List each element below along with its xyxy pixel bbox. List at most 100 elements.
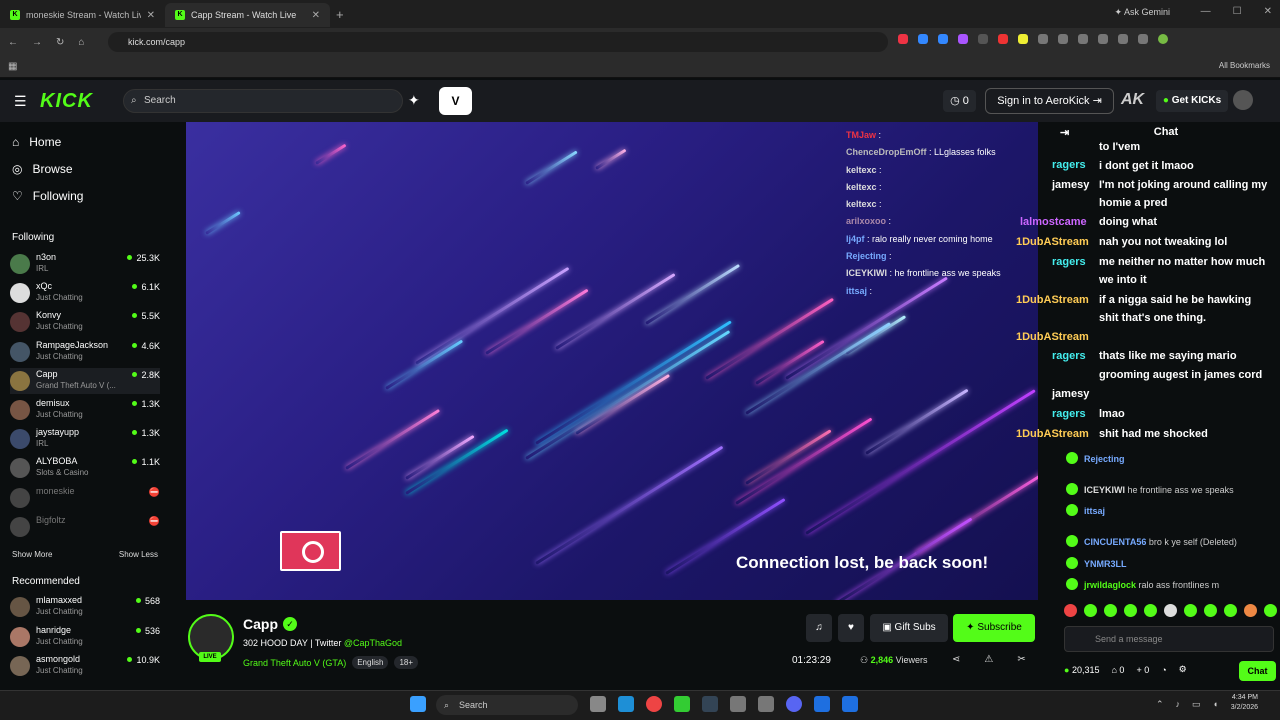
minimize-icon[interactable]: — <box>1201 6 1211 17</box>
emote-icon[interactable] <box>1164 604 1177 617</box>
volume-icon[interactable]: ◖ <box>1213 699 1218 710</box>
system-clock[interactable]: 4:34 PM 3/2/2026 <box>1231 693 1258 713</box>
sidebar-channel[interactable]: Bigfoltz ⛔ <box>10 514 160 540</box>
chat-message[interactable]: CINCUENTA56 bro k ye self (Deleted) <box>1066 535 1237 547</box>
chat-username[interactable]: CINCUENTA56 <box>1084 537 1146 547</box>
sparkle-icon[interactable]: ✦ <box>408 92 420 109</box>
chevron-up-icon[interactable]: ⌃ <box>1156 699 1164 710</box>
gift-subs-button[interactable]: ▣ Gift Subs <box>870 614 948 642</box>
chat-username[interactable]: Rejecting <box>1084 454 1125 464</box>
sidebar-channel[interactable]: ALYBOBA Slots & Casino 1.1K <box>10 455 160 481</box>
sidebar-channel[interactable]: moneskie ⛔ <box>10 485 160 511</box>
emote-icon[interactable] <box>1104 604 1117 617</box>
browser-tab[interactable]: K moneskie Stream - Watch Live ✕ <box>0 3 165 27</box>
apps-grid-icon[interactable]: ▦ <box>8 61 17 72</box>
sidebar-channel[interactable]: Capp Grand Theft Auto V (... 2.8K <box>10 367 160 394</box>
emote-icon[interactable] <box>1064 604 1077 617</box>
emote-icon[interactable] <box>1264 604 1277 617</box>
reload-icon[interactable]: ↻ <box>56 37 64 48</box>
profile-icon[interactable] <box>1158 34 1168 44</box>
chat-send-button[interactable]: Chat <box>1239 661 1276 681</box>
search-input[interactable]: ⌕ Search <box>123 89 403 113</box>
report-icon[interactable]: ⚠ <box>984 654 993 665</box>
sign-in-button[interactable]: Sign in to AeroKick ⇥ <box>985 88 1114 114</box>
steam-icon[interactable] <box>702 696 718 712</box>
show-more-button[interactable]: Show More <box>12 550 52 559</box>
user-icon[interactable]: ◔ <box>1161 665 1166 675</box>
extension-icon[interactable] <box>1018 34 1028 44</box>
subscribe-button[interactable]: ✦ Subscribe <box>953 614 1035 642</box>
follow-button[interactable]: ♥ <box>838 614 864 642</box>
sidebar-channel[interactable]: n3on IRL 25.3K <box>10 251 160 277</box>
discord-icon[interactable] <box>786 696 802 712</box>
chat-message-input[interactable]: Send a message <box>1064 626 1274 652</box>
app-icon[interactable] <box>814 696 830 712</box>
extension-icon[interactable] <box>958 34 968 44</box>
vod-button[interactable]: V <box>439 87 472 115</box>
close-window-icon[interactable]: ✕ <box>1264 6 1272 17</box>
extension-icon[interactable] <box>898 34 908 44</box>
app-icon[interactable] <box>842 696 858 712</box>
menu-icon[interactable] <box>1138 34 1148 44</box>
notification-bell-button[interactable]: ♫ <box>806 614 832 642</box>
maximize-icon[interactable]: ☐ <box>1233 6 1242 17</box>
sidebar-channel[interactable]: Konvy Just Chatting 5.5K <box>10 309 160 335</box>
emote-icon[interactable] <box>1204 604 1217 617</box>
notification-button[interactable]: ◷ 0 <box>943 90 976 112</box>
sidebar-channel[interactable]: demisux Just Chatting 1.3K <box>10 397 160 423</box>
url-field[interactable]: kick.com/capp <box>108 32 888 52</box>
chat-message[interactable]: ICEYKIWI he frontline ass we speaks <box>1066 483 1234 495</box>
chat-username[interactable]: YNMR3LL <box>1084 559 1127 569</box>
sidebar-channel[interactable]: hanridge Just Chatting 536 <box>10 624 160 650</box>
home-icon[interactable]: ⌂ <box>78 37 84 48</box>
back-icon[interactable]: ← <box>8 37 18 48</box>
chat-message[interactable]: Rejecting <box>1066 452 1125 464</box>
browser-tab-active[interactable]: K Capp Stream - Watch Live ✕ <box>165 3 330 27</box>
clip-icon[interactable]: ✂ <box>1017 654 1025 665</box>
settings-gear-icon[interactable]: ⚙ <box>1179 664 1187 675</box>
taskbar-search[interactable]: ⌕ Search <box>436 695 578 715</box>
display-icon[interactable]: ▭ <box>1192 699 1201 710</box>
bookmark-star-icon[interactable] <box>1098 34 1108 44</box>
user-avatar[interactable] <box>1233 90 1253 110</box>
windows-start-icon[interactable] <box>410 696 426 712</box>
edge-icon[interactable] <box>618 696 634 712</box>
mic-icon[interactable]: ♪ <box>1176 699 1181 710</box>
chat-message[interactable]: jrwildaglock ralo ass frontlines m <box>1066 578 1219 590</box>
download-icon[interactable] <box>1118 34 1128 44</box>
chat-message[interactable]: ittsaj <box>1066 504 1105 516</box>
app-icon[interactable] <box>674 696 690 712</box>
new-tab-button[interactable]: + <box>336 7 344 22</box>
chat-message[interactable]: YNMR3LL <box>1066 557 1127 569</box>
extension-icon[interactable] <box>1058 34 1068 44</box>
extension-icon[interactable] <box>1038 34 1048 44</box>
extension-icon[interactable] <box>998 34 1008 44</box>
streamer-name[interactable]: Capp <box>243 616 278 632</box>
chat-username[interactable]: ittsaj <box>1084 506 1105 516</box>
emote-icon[interactable] <box>1184 604 1197 617</box>
forward-icon[interactable]: → <box>32 37 42 48</box>
chat-username[interactable]: jrwildaglock <box>1084 580 1136 590</box>
language-tag[interactable]: English <box>352 656 389 669</box>
gift-icon[interactable]: ⌂ 0 <box>1111 665 1124 675</box>
aerokick-logo[interactable]: AK <box>1121 91 1144 109</box>
extension-icon[interactable] <box>1078 34 1088 44</box>
emote-icon[interactable] <box>1084 604 1097 617</box>
ask-gemini-button[interactable]: ✦ Ask Gemini <box>1114 7 1170 18</box>
nav-browse[interactable]: ◎ Browse <box>12 162 73 176</box>
sidebar-channel[interactable]: jaystayupp IRL 1.3K <box>10 426 160 452</box>
kick-logo[interactable]: KICK <box>40 90 93 113</box>
nav-following[interactable]: ♡ Following <box>12 189 83 203</box>
app-icon[interactable] <box>758 696 774 712</box>
show-less-button[interactable]: Show Less <box>119 550 158 559</box>
close-tab-icon[interactable]: ✕ <box>312 10 320 21</box>
share-icon[interactable]: ⋖ <box>952 654 960 665</box>
get-kicks-button[interactable]: ● Get KICKs <box>1156 90 1228 112</box>
emote-icon[interactable] <box>1244 604 1257 617</box>
emote-icon[interactable] <box>1144 604 1157 617</box>
collapse-chat-icon[interactable]: ⇥ <box>1060 126 1069 139</box>
extension-icon[interactable] <box>978 34 988 44</box>
extension-icon[interactable] <box>938 34 948 44</box>
stream-category-link[interactable]: Grand Theft Auto V (GTA) <box>243 658 346 668</box>
all-bookmarks-button[interactable]: All Bookmarks <box>1219 61 1270 70</box>
